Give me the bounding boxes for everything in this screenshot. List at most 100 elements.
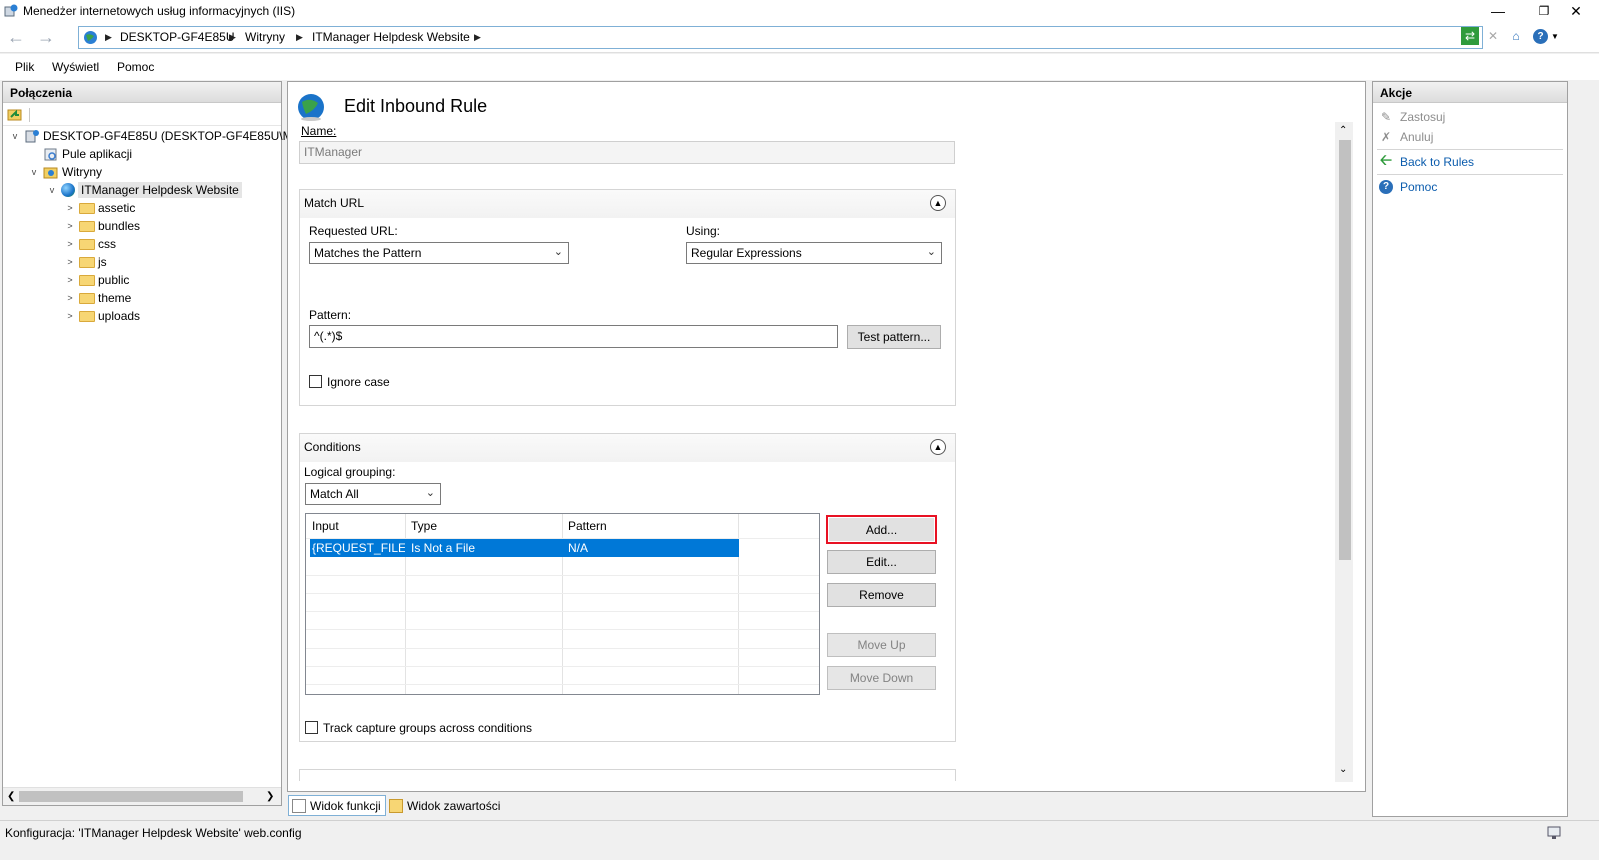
minimize-button[interactable]: — — [1475, 0, 1521, 22]
chevron-down-icon: ⌄ — [926, 246, 936, 258]
tree-item-label: uploads — [98, 309, 141, 323]
tree-item-label: theme — [98, 291, 132, 305]
tree-expander-icon[interactable]: v — [46, 185, 58, 195]
stop-icon[interactable]: ✕ — [1484, 27, 1502, 45]
close-button[interactable]: ✕ — [1553, 0, 1599, 22]
breadcrumb-website[interactable]: ITManager Helpdesk Website — [312, 30, 470, 44]
row-divider — [306, 593, 819, 594]
action-label: Zastosuj — [1400, 110, 1446, 124]
folder-icon — [79, 220, 95, 232]
logical-grouping-label: Logical grouping: — [304, 465, 396, 479]
tree-expander-icon[interactable]: > — [64, 239, 76, 249]
home-icon[interactable]: ⌂ — [1507, 27, 1525, 45]
logical-grouping-value: Match All — [310, 487, 359, 501]
folder-icon — [79, 274, 95, 286]
actions-divider — [1377, 174, 1563, 175]
cancel-icon: ✗ — [1380, 130, 1392, 144]
tab-content-view[interactable]: Widok zawartości — [386, 795, 504, 816]
tree-expander-icon[interactable]: > — [64, 221, 76, 231]
server-variables-group — [299, 769, 956, 781]
action-help[interactable]: ? Pomoc — [1373, 177, 1567, 197]
action-apply[interactable]: ✎ Zastosuj — [1373, 107, 1567, 127]
track-capture-checkbox[interactable] — [305, 721, 318, 734]
column-header-input[interactable]: Input — [306, 519, 405, 533]
collapse-up-icon[interactable]: ▲ — [930, 439, 946, 455]
using-select[interactable]: Regular Expressions ⌄ — [686, 242, 942, 264]
menu-bar: Plik Wyświetl Pomoc — [0, 54, 1599, 80]
tree-item-folder[interactable]: > bundles — [9, 217, 308, 235]
tree-item-app-pools[interactable]: Pule aplikacji — [9, 145, 308, 163]
menu-view[interactable]: Wyświetl — [52, 60, 99, 74]
tree-item-folder[interactable]: > uploads — [9, 307, 308, 325]
breadcrumb-sites[interactable]: Witryny — [245, 30, 285, 44]
edit-condition-button[interactable]: Edit... — [827, 550, 936, 574]
ignore-case-checkbox[interactable] — [309, 375, 322, 388]
action-label: Pomoc — [1400, 180, 1438, 194]
tree-item-label: ITManager Helpdesk Website — [78, 182, 242, 198]
horizontal-scrollbar[interactable]: ❮ ❯ — [3, 787, 281, 805]
move-down-button[interactable]: Move Down — [827, 666, 936, 690]
cell-type: Is Not a File — [411, 541, 476, 555]
tree-expander-icon[interactable]: v — [9, 131, 21, 141]
move-up-button[interactable]: Move Up — [827, 633, 936, 657]
connect-icon[interactable] — [7, 107, 23, 122]
pattern-input[interactable]: ^(.*)$ — [309, 325, 838, 348]
column-header-pattern[interactable]: Pattern — [562, 519, 738, 533]
row-divider — [306, 666, 819, 667]
tree-item-label: js — [98, 255, 107, 269]
conditions-title: Conditions — [304, 440, 361, 454]
tree-expander-icon[interactable]: > — [64, 203, 76, 213]
tree-item-folder[interactable]: > theme — [9, 289, 308, 307]
menu-file[interactable]: Plik — [15, 60, 34, 74]
conditions-table[interactable]: Input Type Pattern {REQUEST_FILE... Is N… — [305, 513, 820, 695]
scrollbar-thumb[interactable] — [1339, 140, 1351, 560]
collapse-up-icon[interactable]: ▲ — [930, 195, 946, 211]
chevron-down-icon: ⌄ — [553, 246, 563, 258]
tree-item-folder[interactable]: > assetic — [9, 199, 308, 217]
scrollbar-thumb[interactable] — [19, 791, 243, 802]
breadcrumb-arrow-icon: ▶ — [474, 32, 481, 42]
scroll-right-icon[interactable]: ❯ — [266, 791, 274, 802]
action-back-to-rules[interactable]: 🡠 Back to Rules — [1373, 152, 1567, 172]
logical-grouping-select[interactable]: Match All ⌄ — [305, 483, 441, 505]
using-label: Using: — [686, 224, 721, 238]
menu-help[interactable]: Pomoc — [117, 60, 154, 74]
back-nav-icon[interactable]: ← — [3, 26, 29, 48]
tree-expander-icon[interactable]: v — [28, 167, 40, 177]
scroll-down-icon[interactable]: ⌄ — [1339, 764, 1347, 775]
cell-pattern: N/A — [568, 541, 589, 555]
network-status-icon — [1547, 826, 1561, 840]
tree-item-server[interactable]: v DESKTOP-GF4E85U (DESKTOP-GF4E85U\Miko — [9, 127, 308, 145]
remove-condition-button[interactable]: Remove — [827, 583, 936, 607]
website-globe-icon — [61, 183, 75, 197]
tree-item-label: bundles — [98, 219, 141, 233]
scroll-left-icon[interactable]: ❮ — [7, 791, 15, 802]
tab-features-view[interactable]: Widok funkcji — [288, 795, 386, 816]
tree-item-sites[interactable]: v Witryny — [9, 163, 308, 181]
test-pattern-button[interactable]: Test pattern... — [847, 325, 941, 349]
tree-expander-icon[interactable]: > — [64, 275, 76, 285]
tree-item-folder[interactable]: > public — [9, 271, 308, 289]
address-bar[interactable]: ▶ DESKTOP-GF4E85U ▶ Witryny ▶ ITManager … — [78, 26, 1483, 49]
tree-item-website[interactable]: v ITManager Helpdesk Website — [9, 181, 308, 199]
breadcrumb-server[interactable]: DESKTOP-GF4E85U — [120, 30, 234, 44]
name-field[interactable]: ITManager — [299, 141, 955, 164]
column-header-type[interactable]: Type — [405, 519, 562, 533]
refresh-icon[interactable]: ⇄ — [1461, 27, 1479, 45]
forward-nav-icon[interactable]: → — [33, 26, 59, 48]
requested-url-select[interactable]: Matches the Pattern ⌄ — [309, 242, 569, 264]
pattern-label: Pattern: — [309, 308, 352, 322]
tree-item-folder[interactable]: > js — [9, 253, 308, 271]
tree-item-folder[interactable]: > css — [9, 235, 308, 253]
tree-expander-icon[interactable]: > — [64, 293, 76, 303]
chevron-down-icon[interactable]: ▼ — [1551, 32, 1559, 41]
action-label: Back to Rules — [1400, 155, 1475, 169]
tree-expander-icon[interactable]: > — [64, 257, 76, 267]
add-condition-button[interactable]: Add... — [826, 515, 937, 544]
help-menu-icon[interactable]: ? — [1533, 29, 1548, 44]
scroll-up-icon[interactable]: ⌃ — [1339, 125, 1347, 136]
ignore-case-label: Ignore case — [327, 375, 390, 389]
folder-icon — [79, 310, 95, 322]
tree-expander-icon[interactable]: > — [64, 311, 76, 321]
action-cancel[interactable]: ✗ Anuluj — [1373, 127, 1567, 147]
